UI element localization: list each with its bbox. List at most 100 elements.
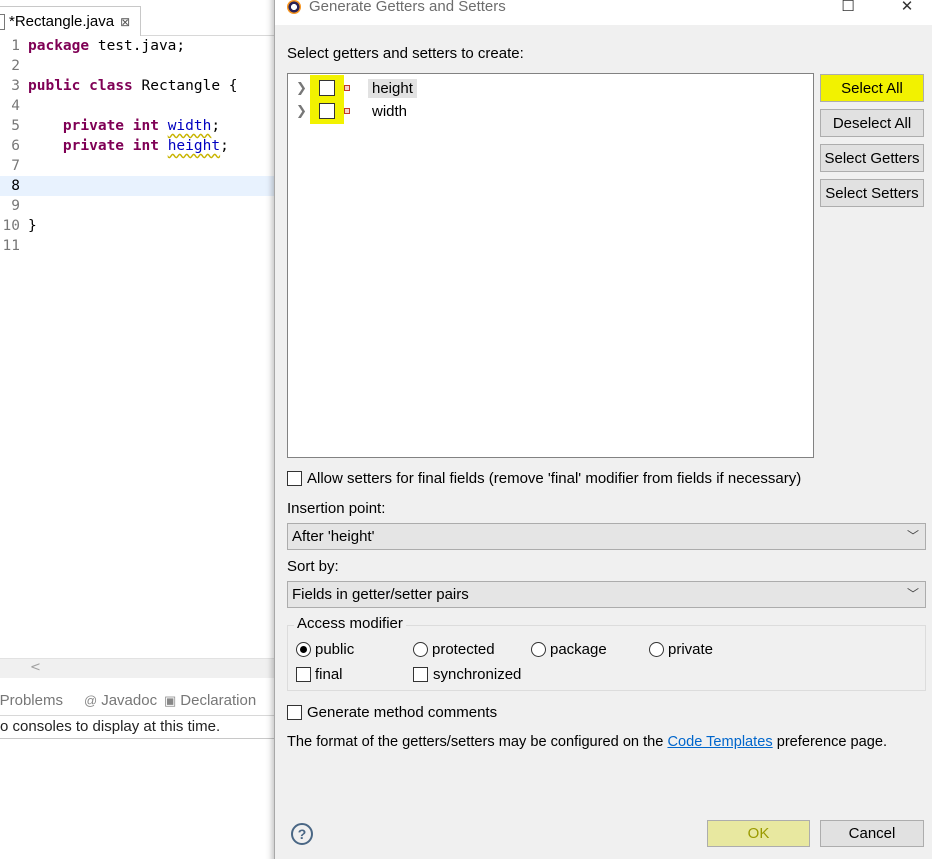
line-number: 7	[11, 158, 20, 174]
eclipse-icon	[287, 0, 301, 14]
code-line[interactable]: 6 private int height;	[0, 136, 290, 156]
keyword-token: int	[132, 138, 159, 154]
code-token: Rectangle {	[132, 78, 238, 94]
dialog-titlebar[interactable]: Generate Getters and Setters ☐ ✕	[275, 0, 932, 25]
code-text: }	[28, 216, 37, 236]
select-getters-button[interactable]: Select Getters	[820, 144, 924, 172]
code-line[interactable]: 5 private int width;	[0, 116, 290, 136]
code-editor[interactable]: 1 package test.java; 2 3 public class Rectan…	[0, 36, 290, 658]
code-text: public class Rectangle {	[28, 76, 238, 96]
info-text-after: preference page.	[772, 734, 888, 750]
code-line[interactable]: 8	[0, 176, 290, 196]
code-line[interactable]: 2	[0, 56, 290, 76]
console-message: o consoles to display at this time.	[0, 718, 221, 735]
sort-by-value: Fields in getter/setter pairs	[292, 586, 469, 603]
radio-package-label: package	[550, 641, 607, 658]
tab-javadoc-label: Javadoc	[101, 692, 158, 709]
tree-item-label: width	[372, 102, 408, 120]
expand-chevron-icon[interactable]: ❯	[296, 104, 310, 119]
code-line[interactable]: 1 package test.java;	[0, 36, 290, 56]
tab-javadoc[interactable]: @ Javadoc	[84, 692, 157, 709]
line-number: 5	[11, 118, 20, 134]
radio-private[interactable]	[649, 642, 664, 657]
code-text: private int width;	[28, 116, 220, 136]
tree-item-height[interactable]: ❯ height	[288, 75, 813, 101]
line-number: 8	[11, 178, 20, 194]
allow-setters-final-checkbox[interactable]	[287, 471, 302, 486]
field-token: height	[167, 138, 221, 154]
line-number: 4	[11, 98, 20, 114]
info-text: The format of the getters/setters may be…	[287, 734, 887, 750]
select-setters-button[interactable]: Select Setters	[820, 179, 924, 207]
insertion-point-select[interactable]: After 'height' ﹀	[287, 523, 926, 550]
horizontal-scrollbar[interactable]: <	[0, 658, 290, 678]
code-line[interactable]: 10}	[0, 216, 290, 236]
synchronized-checkbox[interactable]	[413, 667, 428, 682]
field-icon	[344, 85, 350, 91]
keyword-token: class	[89, 78, 133, 94]
tab-problems-label: Problems	[0, 692, 63, 709]
generate-getters-setters-dialog: Generate Getters and Setters ☐ ✕ Select …	[274, 0, 932, 859]
sort-by-label: Sort by:	[287, 558, 339, 575]
close-icon[interactable]: ⊠	[120, 15, 130, 29]
final-label: final	[315, 666, 343, 683]
fields-tree[interactable]: ❯ height ❯ width	[287, 73, 814, 458]
expand-chevron-icon[interactable]: ❯	[296, 81, 310, 96]
bottom-panel-tabs: ! Problems @ Javadoc ▣ Declaration	[0, 686, 290, 716]
tab-declaration[interactable]: ▣ Declaration	[164, 692, 256, 709]
code-line[interactable]: 7	[0, 156, 290, 176]
code-text: package test.java;	[28, 36, 185, 56]
generate-comments-checkbox[interactable]	[287, 705, 302, 720]
code-token: ;	[211, 118, 221, 134]
code-line[interactable]: 4	[0, 96, 290, 116]
cancel-button[interactable]: Cancel	[820, 820, 924, 847]
tab-problems[interactable]: ! Problems	[0, 692, 63, 709]
close-icon[interactable]: ✕	[897, 0, 917, 16]
width-checkbox[interactable]	[319, 103, 335, 119]
allow-setters-final-label: Allow setters for final fields (remove '…	[307, 470, 802, 487]
tree-item-width[interactable]: ❯ width	[288, 98, 813, 124]
code-templates-link[interactable]: Code Templates	[667, 734, 772, 750]
radio-protected[interactable]	[413, 642, 428, 657]
height-checkbox[interactable]	[319, 80, 335, 96]
radio-package[interactable]	[531, 642, 546, 657]
insertion-point-label: Insertion point:	[287, 500, 386, 517]
scroll-left-icon[interactable]: <	[30, 660, 41, 675]
screen: *Rectangle.java ⊠ 1 package test.java; 2 3 p…	[0, 0, 932, 859]
code-line[interactable]: 3 public class Rectangle {	[0, 76, 290, 96]
final-checkbox[interactable]	[296, 667, 311, 682]
access-modifier-title: Access modifier	[294, 615, 406, 632]
maximize-icon[interactable]: ☐	[838, 0, 858, 16]
help-icon[interactable]: ?	[291, 823, 313, 845]
editor-tab-bar: *Rectangle.java ⊠	[0, 0, 290, 36]
editor-tab-rectangle[interactable]: *Rectangle.java ⊠	[0, 6, 142, 36]
keyword-token: int	[132, 118, 159, 134]
code-token: }	[28, 218, 37, 234]
synchronized-label: synchronized	[433, 666, 522, 683]
code-line[interactable]: 9	[0, 196, 290, 216]
insertion-point-value: After 'height'	[292, 528, 375, 545]
code-token: test.java;	[89, 38, 186, 54]
dialog-title: Generate Getters and Setters	[309, 0, 506, 15]
checkbox-highlight[interactable]	[310, 98, 344, 124]
ok-button[interactable]: OK	[707, 820, 810, 847]
line-number: 3	[11, 78, 20, 94]
line-number: 1	[11, 38, 20, 54]
deselect-all-button[interactable]: Deselect All	[820, 109, 924, 137]
line-number: 10	[2, 218, 20, 234]
code-line[interactable]: 11	[0, 236, 290, 256]
field-token: width	[167, 118, 212, 134]
select-label: Select getters and setters to create:	[287, 45, 524, 62]
declaration-icon: ▣	[164, 692, 177, 708]
sort-by-select[interactable]: Fields in getter/setter pairs ﹀	[287, 581, 926, 608]
select-all-button[interactable]: Select All	[820, 74, 924, 102]
keyword-token: private	[62, 138, 125, 154]
field-icon	[344, 108, 350, 114]
keyword-token: package	[28, 38, 90, 54]
access-modifier-group: Access modifier public protected package…	[287, 615, 926, 691]
radio-public[interactable]	[296, 642, 311, 657]
